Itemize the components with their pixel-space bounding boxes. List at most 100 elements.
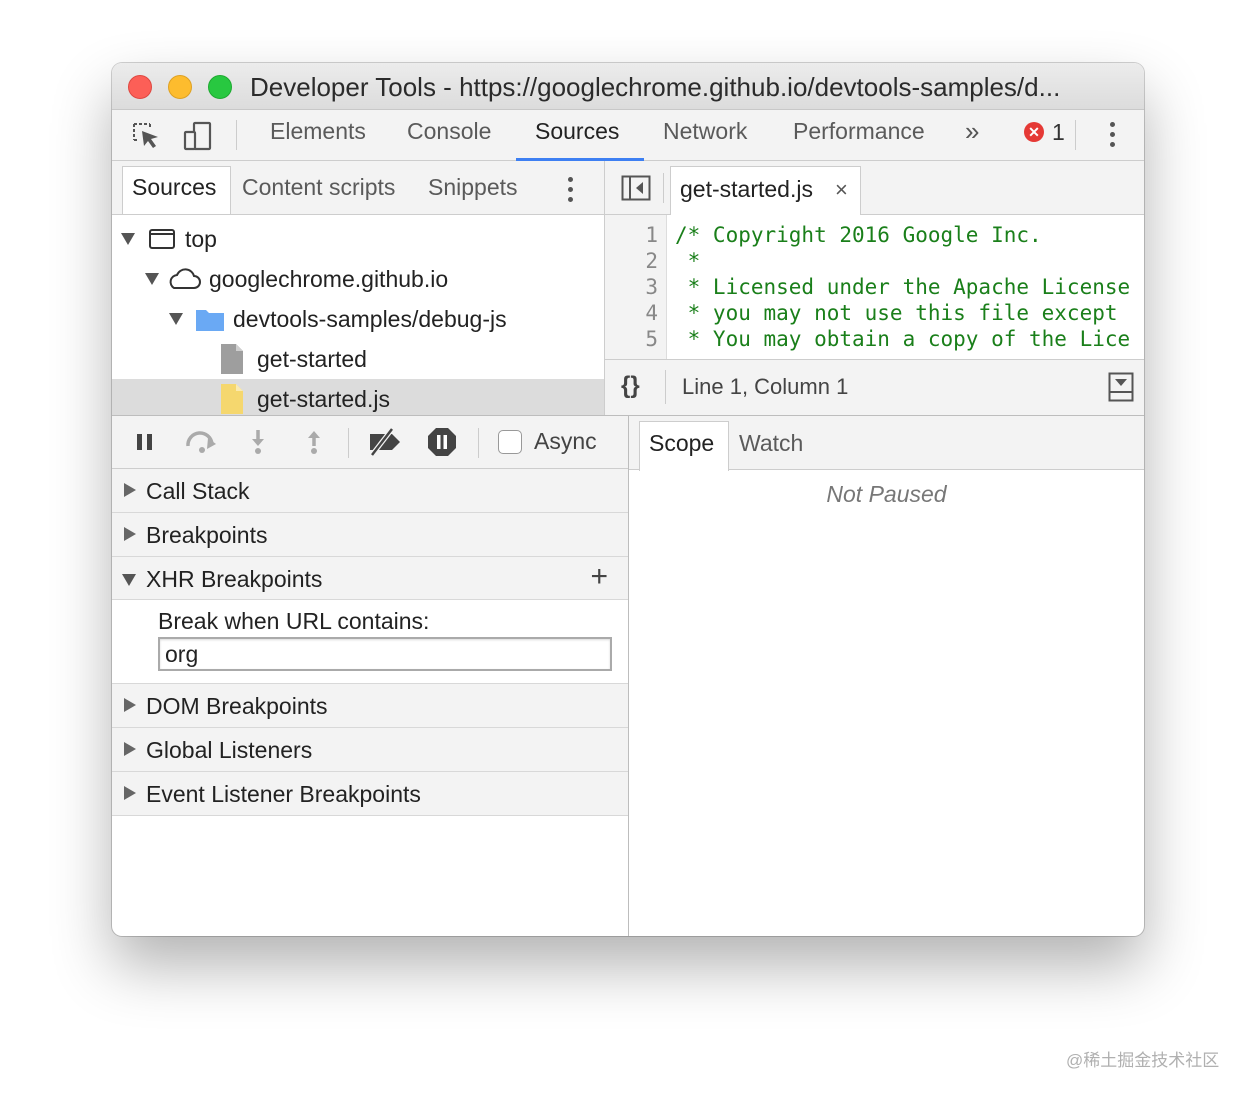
tab-scope[interactable]: Scope	[649, 430, 714, 457]
step-out-icon[interactable]	[300, 428, 328, 456]
code-line[interactable]: * Licensed under the Apache License	[675, 275, 1131, 299]
code-editor[interactable]: 1 2 3 4 5 /* Copyright 2016 Google Inc. …	[605, 215, 1144, 359]
navigator-menu-icon[interactable]	[568, 177, 574, 207]
xhr-breakpoints-pane[interactable]: XHR Breakpoints +	[112, 557, 628, 600]
line-gutter: 1 2 3 4 5	[605, 215, 667, 359]
collapsed-arrow-icon	[124, 698, 136, 712]
step-into-icon[interactable]	[244, 428, 272, 456]
customize-menu-icon[interactable]	[1110, 122, 1116, 152]
main-toolbar: Elements Console Sources Network Perform…	[112, 110, 1144, 161]
code-line[interactable]: * You may obtain a copy of the Lice	[675, 327, 1131, 351]
collapsed-arrow-icon	[124, 527, 136, 541]
close-tab-icon[interactable]: ×	[835, 177, 848, 203]
tree-item-domain[interactable]: googlechrome.github.io	[112, 259, 604, 299]
dom-breakpoints-pane[interactable]: DOM Breakpoints	[112, 684, 628, 728]
editor-file-tab[interactable]: get-started.js ×	[670, 166, 861, 215]
devtools-window: Developer Tools - https://googlechrome.g…	[112, 63, 1144, 936]
expanded-arrow-icon	[122, 574, 136, 586]
zoom-window-button[interactable]	[208, 75, 232, 99]
inspect-element-icon[interactable]	[130, 120, 162, 152]
line-number[interactable]: 4	[645, 301, 658, 325]
toolbar-separator	[1075, 120, 1076, 150]
minimize-window-button[interactable]	[168, 75, 192, 99]
file-tab-label: get-started.js	[680, 176, 813, 202]
device-toolbar-icon[interactable]	[182, 120, 214, 152]
xhr-url-input[interactable]	[158, 637, 612, 671]
frame-icon	[149, 229, 175, 249]
pane-title: XHR Breakpoints	[146, 566, 323, 592]
nav-tab-snippets[interactable]: Snippets	[428, 174, 518, 201]
expand-arrow-icon[interactable]	[121, 233, 135, 245]
collapsed-arrow-icon	[124, 786, 136, 800]
add-xhr-breakpoint-button[interactable]: +	[590, 560, 608, 594]
tab-watch[interactable]: Watch	[739, 430, 803, 457]
pause-icon[interactable]	[132, 428, 160, 456]
error-count[interactable]: 1	[1052, 119, 1065, 146]
cloud-icon	[169, 268, 201, 289]
collapsed-arrow-icon	[124, 742, 136, 756]
title-bar: Developer Tools - https://googlechrome.g…	[112, 63, 1144, 110]
file-icon	[221, 344, 243, 374]
toggle-debugger-icon[interactable]	[1108, 372, 1134, 402]
toolbar-separator	[236, 120, 237, 150]
global-listeners-pane[interactable]: Global Listeners	[112, 728, 628, 772]
tab-elements[interactable]: Elements	[270, 118, 366, 145]
tree-label: googlechrome.github.io	[209, 266, 449, 292]
toolbar-separator	[478, 428, 479, 458]
not-paused-message: Not Paused	[826, 481, 947, 507]
async-checkbox[interactable]	[498, 430, 522, 454]
nav-tab-content-scripts[interactable]: Content scripts	[242, 174, 395, 201]
editor-tabs: get-started.js ×	[605, 161, 1144, 215]
toggle-navigator-icon[interactable]	[621, 175, 651, 201]
line-number[interactable]: 2	[645, 249, 658, 273]
tab-sources[interactable]: Sources	[535, 118, 619, 145]
pause-on-exceptions-icon[interactable]	[426, 426, 458, 458]
collapsed-arrow-icon	[124, 483, 136, 497]
tree-item-js-file[interactable]: get-started.js	[112, 379, 604, 419]
tree-item-file[interactable]: get-started	[112, 339, 604, 379]
close-window-button[interactable]	[128, 75, 152, 99]
xhr-url-label: Break when URL contains:	[158, 608, 430, 634]
status-separator	[665, 370, 666, 404]
code-line[interactable]: *	[675, 249, 701, 273]
pane-title: Breakpoints	[146, 522, 268, 548]
event-listener-breakpoints-pane[interactable]: Event Listener Breakpoints	[112, 772, 628, 816]
tree-label: get-started.js	[257, 386, 390, 412]
line-number[interactable]: 1	[645, 223, 658, 247]
folder-icon	[196, 310, 224, 331]
pane-title: DOM Breakpoints	[146, 693, 328, 719]
tab-network[interactable]: Network	[663, 118, 747, 145]
tree-item-folder[interactable]: devtools-samples/debug-js	[112, 299, 604, 339]
line-number[interactable]: 5	[645, 327, 658, 351]
nav-tab-sources[interactable]: Sources	[132, 174, 216, 201]
window-title: Developer Tools - https://googlechrome.g…	[250, 72, 1061, 102]
file-tree: top googlechrome.github.io devtools-samp…	[112, 215, 604, 419]
expand-arrow-icon[interactable]	[169, 313, 183, 325]
tree-item-top[interactable]: top	[112, 219, 604, 259]
scope-watch-tabs: Scope Watch	[629, 416, 1144, 471]
tree-label: top	[185, 226, 217, 252]
pane-title: Event Listener Breakpoints	[146, 781, 421, 807]
call-stack-pane[interactable]: Call Stack	[112, 469, 628, 513]
more-tabs-button[interactable]: »	[965, 116, 979, 147]
breakpoints-pane[interactable]: Breakpoints	[112, 513, 628, 557]
debugger-toolbar: Async	[112, 416, 628, 469]
async-label: Async	[534, 428, 597, 454]
pretty-print-button[interactable]: {}	[621, 372, 640, 400]
navigator-tabs: Sources Content scripts Snippets	[112, 161, 604, 215]
watermark: @稀土掘金技术社区	[1066, 1051, 1220, 1070]
tab-performance[interactable]: Performance	[793, 118, 925, 145]
step-over-icon[interactable]	[184, 428, 220, 456]
code-line[interactable]: * you may not use this file except	[675, 301, 1118, 325]
editor-status-bar: {} Line 1, Column 1	[605, 359, 1144, 415]
expand-arrow-icon[interactable]	[145, 273, 159, 285]
error-icon[interactable]: ✕	[1024, 122, 1044, 142]
editor-tab-separator	[663, 173, 664, 203]
tree-label: get-started	[257, 346, 367, 372]
pane-title: Call Stack	[146, 478, 250, 504]
deactivate-breakpoints-icon[interactable]	[366, 428, 404, 456]
tab-console[interactable]: Console	[407, 118, 491, 145]
pane-title: Global Listeners	[146, 737, 313, 763]
line-number[interactable]: 3	[645, 275, 658, 299]
code-line[interactable]: /* Copyright 2016 Google Inc.	[675, 223, 1042, 247]
